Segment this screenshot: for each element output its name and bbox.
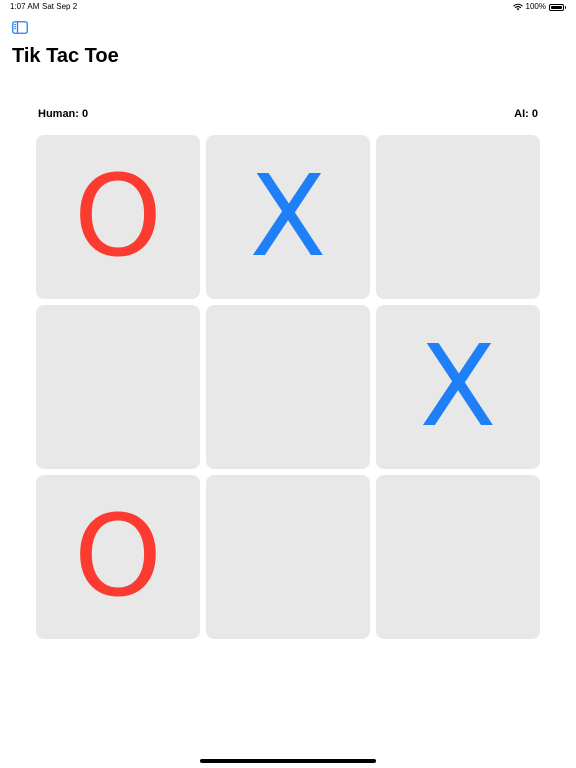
cell-mark: O — [73, 152, 163, 282]
status-bar: 1:07 AM Sat Sep 2 100% — [0, 0, 576, 16]
cell-mark: X — [419, 322, 497, 452]
page-title: Tik Tac Toe — [12, 45, 119, 67]
battery-percent: 100% — [525, 2, 546, 11]
board-cell-3[interactable] — [376, 135, 540, 299]
wifi-icon — [512, 3, 523, 11]
human-score: Human: 0 — [38, 108, 89, 120]
game-board: O X X O — [36, 135, 540, 639]
battery-icon — [549, 3, 566, 11]
board-cell-2[interactable]: X — [206, 135, 370, 299]
status-time: 1:07 AM — [10, 2, 40, 11]
home-indicator[interactable] — [200, 759, 376, 763]
cell-mark: X — [249, 152, 327, 282]
board-cell-7[interactable]: O — [36, 475, 200, 639]
ai-score: AI: 0 — [514, 108, 538, 120]
cell-mark: O — [73, 492, 163, 622]
app-screen: 1:07 AM Sat Sep 2 100% Tik Tac Toe Human… — [0, 0, 576, 768]
board-cell-9[interactable] — [376, 475, 540, 639]
status-date: Sat Sep 2 — [42, 2, 78, 11]
status-indicators: 100% — [512, 0, 566, 14]
board-cell-5[interactable] — [206, 305, 370, 469]
board-cell-6[interactable]: X — [376, 305, 540, 469]
board-cell-4[interactable] — [36, 305, 200, 469]
sidebar-icon[interactable] — [12, 21, 28, 34]
battery-fill — [551, 5, 562, 9]
board-cell-1[interactable]: O — [36, 135, 200, 299]
board-cell-8[interactable] — [206, 475, 370, 639]
